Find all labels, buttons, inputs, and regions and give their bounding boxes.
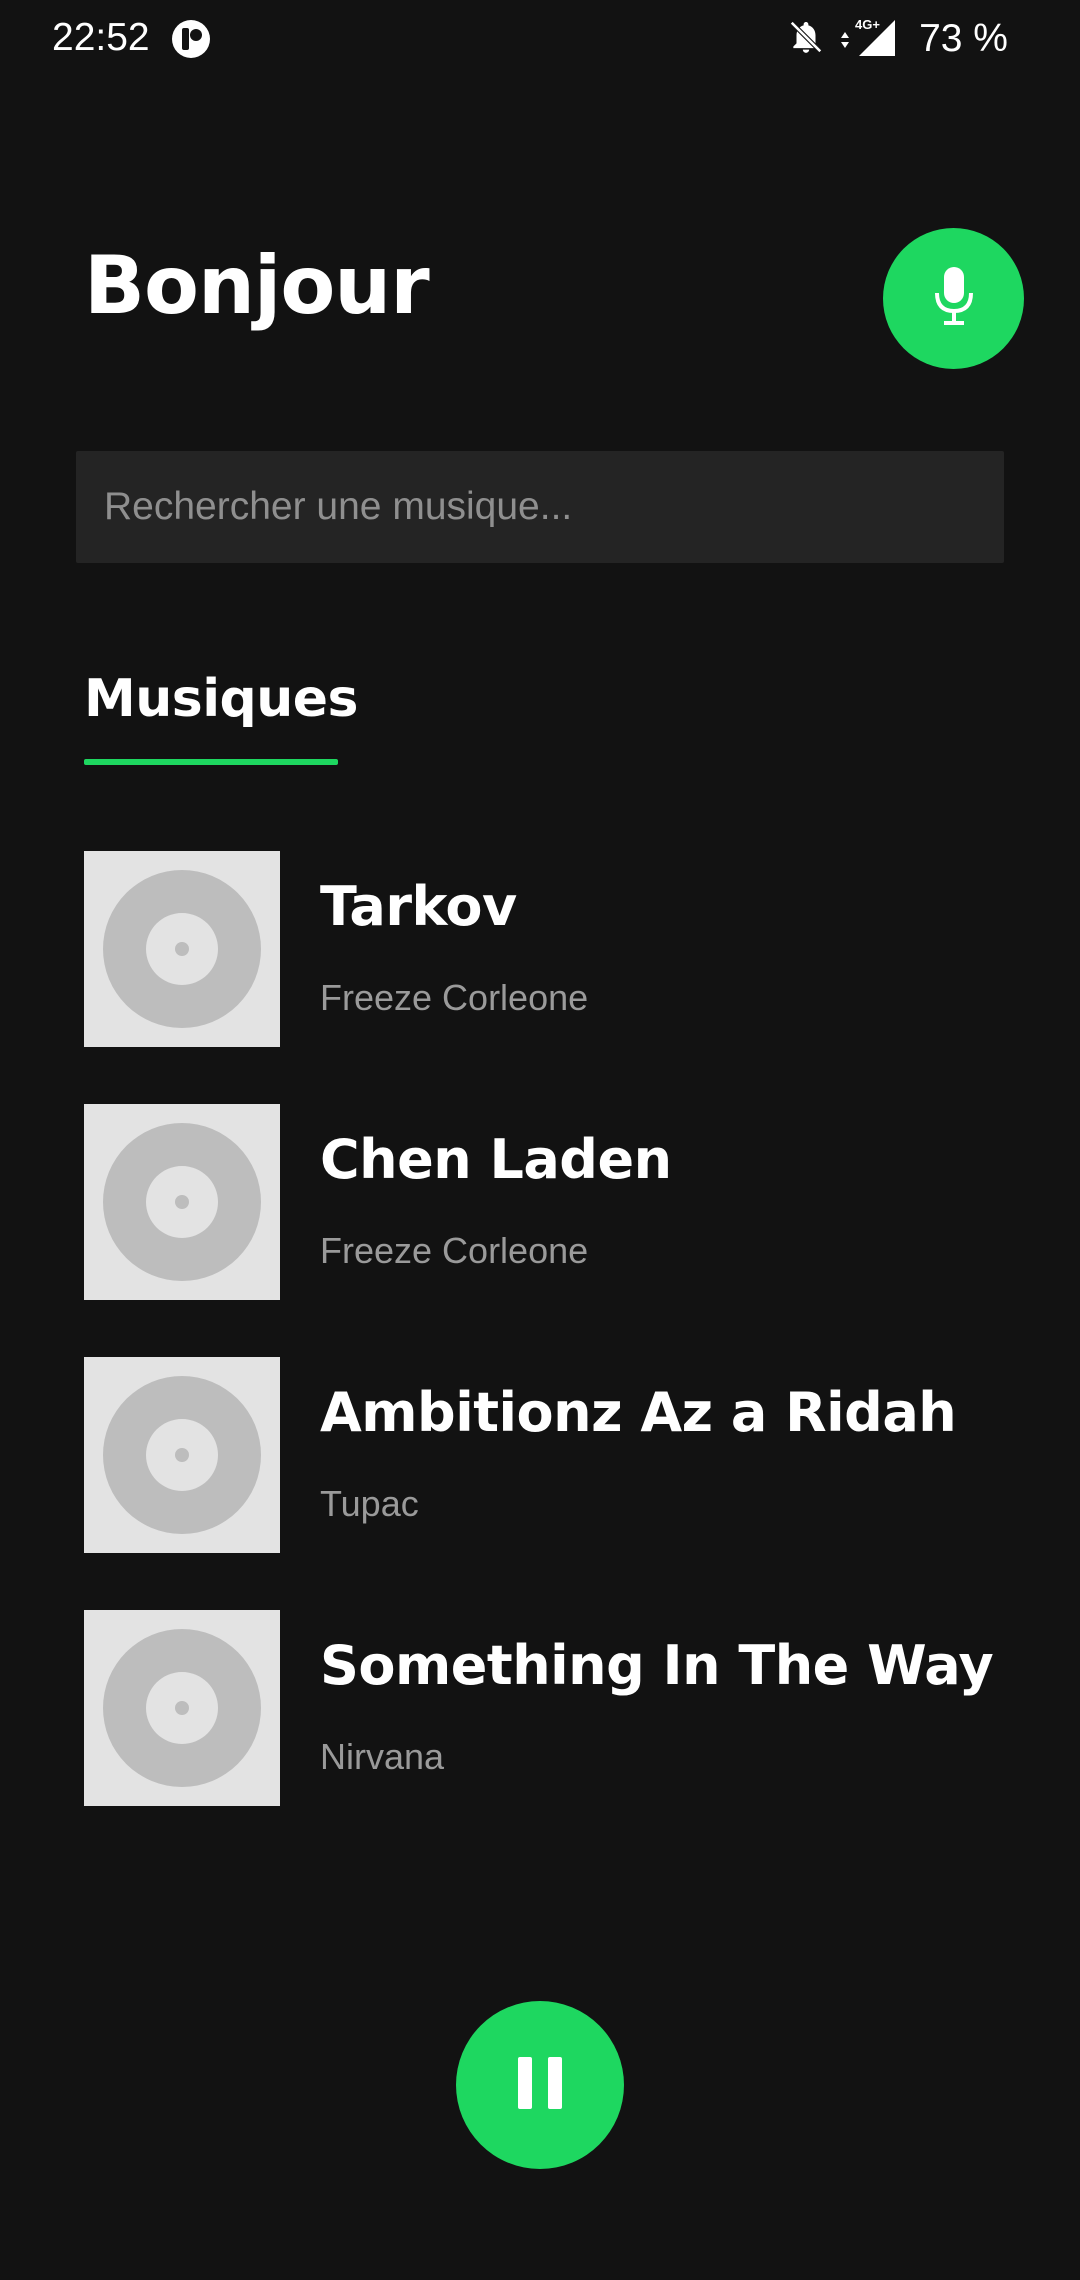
pause-icon [516,2056,564,2114]
vinyl-disc-icon [103,1629,261,1787]
vinyl-disc-icon [103,1123,261,1281]
song-title: Something In The Way [320,1634,994,1697]
song-artist: Freeze Corleone [320,977,589,1018]
tab-musiques[interactable]: Musiques [84,668,359,730]
song-artist: Tupac [320,1483,419,1524]
notifications-off-icon [787,18,825,61]
signal-4g-icon: 4G+ [839,16,899,63]
status-time: 22:52 [52,16,150,59]
song-title: Ambitionz Az a Ridah [320,1381,957,1444]
svg-text:4G+: 4G+ [855,17,880,32]
vinyl-disc-icon [103,1376,261,1534]
song-title: Tarkov [320,875,517,938]
battery-level: 73 % [919,17,1008,60]
search-input[interactable] [76,451,1004,563]
section-title: Musiques [84,669,359,729]
song-list: Tarkov Freeze Corleone Chen Laden Freeze… [84,851,1024,1863]
song-item[interactable]: Chen Laden Freeze Corleone [84,1104,1024,1300]
album-art-placeholder [84,1610,280,1806]
status-indicators: 4G+ 73 % [787,14,1008,64]
song-item[interactable]: Ambitionz Az a Ridah Tupac [84,1357,1024,1553]
pause-button[interactable] [456,2001,624,2169]
vinyl-disc-icon [103,870,261,1028]
status-bar: 22:52 4G+ 73 % [0,0,1080,80]
voice-search-button[interactable] [883,228,1024,369]
search-box [76,451,1004,563]
song-item[interactable]: Something In The Way Nirvana [84,1610,1024,1806]
album-art-placeholder [84,1357,280,1553]
notification-app-icon [170,18,212,60]
song-title: Chen Laden [320,1128,672,1191]
song-item[interactable]: Tarkov Freeze Corleone [84,851,1024,1047]
album-art-placeholder [84,851,280,1047]
tab-active-indicator [84,759,338,765]
greeting-title: Bonjour [84,239,430,332]
song-artist: Freeze Corleone [320,1230,589,1271]
microphone-icon [929,263,979,334]
song-artist: Nirvana [320,1736,445,1777]
album-art-placeholder [84,1104,280,1300]
